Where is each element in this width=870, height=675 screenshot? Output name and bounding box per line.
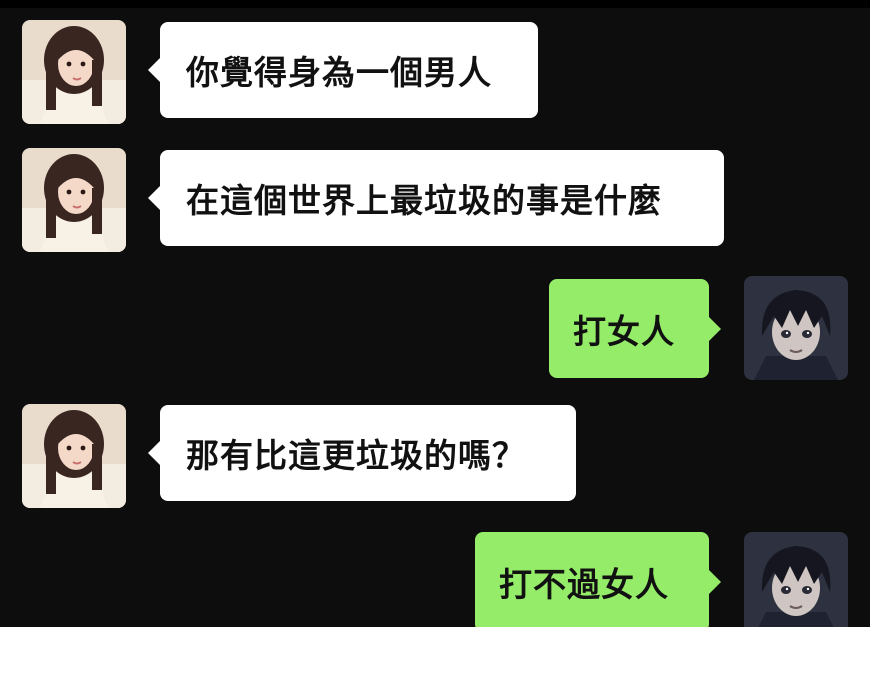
bottom-blank-area	[0, 627, 870, 675]
anime-boy-avatar-icon[interactable]	[744, 532, 848, 627]
message-text-3: 打女人	[573, 311, 675, 351]
message-bubble-1[interactable]: 你覺得身為一個男人	[148, 22, 538, 118]
message-text-5: 打不過女人	[499, 565, 669, 604]
message-text-4: 那有比這更垃圾的嗎？	[186, 436, 526, 475]
girl-avatar-icon[interactable]	[22, 20, 126, 124]
girl-avatar-icon[interactable]	[22, 148, 126, 252]
girl-avatar-icon[interactable]	[22, 404, 126, 508]
message-bubble-5[interactable]: 打不過女人	[475, 532, 721, 627]
chat-window: 你覺得身為一個男人 在這個世界上最垃圾的事是什麼 打女人 那有比這更垃圾的嗎？ …	[0, 0, 870, 627]
message-bubble-4[interactable]: 那有比這更垃圾的嗎？	[148, 405, 576, 501]
message-text-1: 你覺得身為一個男人	[186, 53, 492, 92]
top-bar	[0, 0, 870, 8]
message-text-2: 在這個世界上最垃圾的事是什麼	[186, 181, 662, 220]
anime-boy-avatar-icon[interactable]	[744, 276, 848, 380]
message-bubble-2[interactable]: 在這個世界上最垃圾的事是什麼	[148, 150, 724, 246]
message-bubble-3[interactable]: 打女人	[549, 279, 721, 378]
